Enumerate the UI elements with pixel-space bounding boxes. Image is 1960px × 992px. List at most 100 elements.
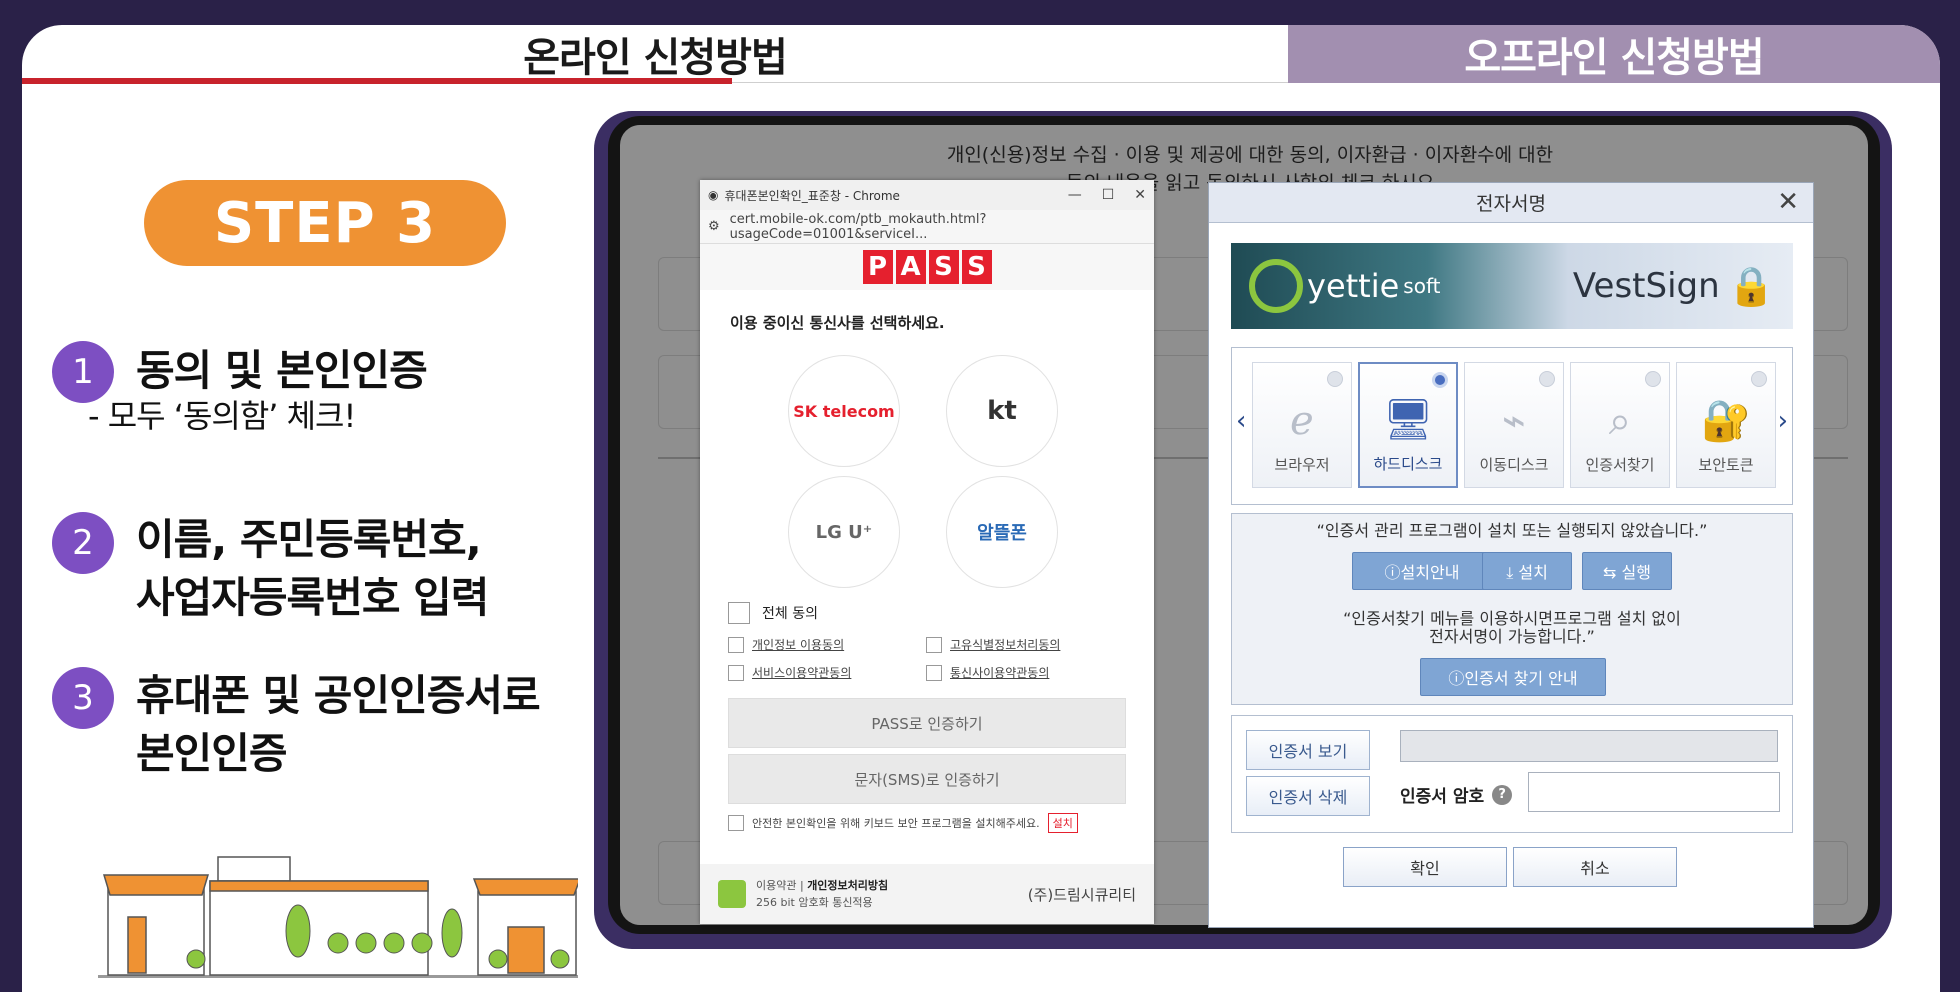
carrier-prompt: 이용 중이신 통신사를 선택하세요. <box>730 314 945 332</box>
media-label: 이동디스크 <box>1479 456 1549 474</box>
media-security-token[interactable]: 🔐 보안토큰 <box>1676 362 1776 488</box>
item-3-title-line2: 본인인증 <box>136 729 288 778</box>
tab-online[interactable]: 온라인 신청방법 <box>22 25 1288 83</box>
carrier-lgu[interactable]: LG U⁺ <box>788 476 900 588</box>
agree-all-label: 전체 동의 <box>762 606 818 622</box>
site-settings-icon[interactable]: ⚙ <box>708 219 720 234</box>
find-cert-guide-button[interactable]: ⓘ인증서 찾기 안내 <box>1420 658 1606 696</box>
run-button[interactable]: ⇆ 실행 <box>1582 552 1672 590</box>
carrier-kt[interactable]: kt <box>946 355 1058 467</box>
checkbox[interactable] <box>728 664 744 681</box>
cert-password-input[interactable] <box>1528 772 1780 812</box>
item-2-title-line1: 이름, 주민등록번호, <box>136 515 482 564</box>
dreamsecurity-logo-icon <box>718 880 746 908</box>
media-find-cert[interactable]: ⌕ 인증서찾기 <box>1570 362 1670 488</box>
agree-item-service-terms[interactable]: 서비스이용약관동의 <box>728 664 851 681</box>
company-name: (주)드림시큐리티 <box>1027 885 1136 904</box>
cert-info-field <box>1400 730 1778 762</box>
item-1-subtitle: - 모두 ‘동의함’ 체크! <box>88 397 356 435</box>
password-label-text: 인증서 암호 <box>1400 787 1485 807</box>
terms-link[interactable]: 이용약관 <box>756 879 796 892</box>
radio-dot <box>1751 371 1767 387</box>
agree-item-label[interactable]: 고유식별정보처리동의 <box>950 636 1060 653</box>
chevron-left-icon[interactable]: ‹ <box>1236 406 1246 436</box>
agree-all-row[interactable]: 전체 동의 <box>728 602 818 624</box>
close-icon[interactable]: ✕ <box>1777 187 1799 217</box>
media-label: 브라우저 <box>1274 456 1330 474</box>
step-badge: STEP 3 <box>144 180 506 266</box>
help-icon[interactable]: ? <box>1492 784 1513 805</box>
item-3-title-line1: 휴대폰 및 공인인증서로 <box>136 671 541 720</box>
notice-find-cert-line1: “인증서찾기 메뉴를 이용하시면프로그램 설치 없이 <box>1343 609 1681 628</box>
install-button[interactable]: ⤓ 설치 <box>1482 552 1572 590</box>
tab-offline[interactable]: 오프라인 신청방법 <box>1288 25 1940 83</box>
program-notice: “인증서 관리 프로그램이 설치 또는 실행되지 않았습니다.” ⓘ설치안내 ⤓… <box>1231 513 1793 705</box>
media-removable[interactable]: ⌁ 이동디스크 <box>1464 362 1564 488</box>
ok-button[interactable]: 확인 <box>1343 847 1507 887</box>
active-tab-indicator <box>22 78 732 84</box>
agree-item-label[interactable]: 개인정보 이용동의 <box>752 636 844 653</box>
checkbox[interactable] <box>728 815 744 831</box>
agree-item-carrier-terms[interactable]: 통신사이용약관동의 <box>926 664 1049 681</box>
method-tabs: 온라인 신청방법 오프라인 신청방법 <box>22 25 1940 87</box>
pass-auth-button[interactable]: PASS로 인증하기 <box>728 698 1126 748</box>
checkbox[interactable] <box>926 636 942 653</box>
media-label: 보안토큰 <box>1698 456 1754 474</box>
yettiesoft-logo: yettie soft <box>1249 259 1440 313</box>
pass-auth-window: ◉ 휴대폰본인확인_표준창 - Chrome — ☐ ✕ ⚙ cert.mobi… <box>700 180 1154 924</box>
carrier-skt[interactable]: SK telecom <box>788 355 900 467</box>
step-number-2: 2 <box>52 512 114 574</box>
pass-footer: 이용약관 | 개인정보처리방침 256 bit 암호화 통신적용 (주)드림시큐… <box>700 864 1154 924</box>
media-browser[interactable]: ℯ 브라우저 <box>1252 362 1352 488</box>
media-label: 하드디스크 <box>1373 455 1443 473</box>
checkbox[interactable] <box>926 664 942 681</box>
chevron-right-icon[interactable]: › <box>1778 406 1788 436</box>
pass-logo-letter: A <box>895 250 926 284</box>
media-harddisk[interactable]: 🖥 하드디스크 <box>1358 362 1458 488</box>
pass-logo-row: P A S S <box>700 244 1154 290</box>
sms-auth-button[interactable]: 문자(SMS)로 인증하기 <box>728 754 1126 804</box>
address-bar[interactable]: ⚙ cert.mobile-ok.com/ptb_mokauth.html?us… <box>700 210 1154 244</box>
token-lock-icon: 🔐 <box>1701 398 1751 444</box>
install-guide-button[interactable]: ⓘ설치안내 <box>1352 552 1492 590</box>
yettie-ring-icon <box>1249 259 1303 313</box>
keyboard-security-row: 안전한 본인확인을 위해 키보드 보안 프로그램을 설치해주세요. 설치 <box>728 813 1078 833</box>
maximize-icon[interactable]: ☐ <box>1102 187 1115 203</box>
minimize-icon[interactable]: — <box>1068 187 1082 203</box>
carrier-mvno[interactable]: 알뜰폰 <box>946 476 1058 588</box>
media-label: 인증서찾기 <box>1585 456 1655 474</box>
agree-item-privacy[interactable]: 개인정보 이용동의 <box>728 636 844 653</box>
footer-links: 이용약관 | 개인정보처리방침 256 bit 암호화 통신적용 <box>756 879 889 909</box>
close-icon[interactable]: ✕ <box>1134 187 1146 203</box>
digital-signature-dialog: 전자서명 ✕ yettie soft VestSign 🔒 ‹ ℯ 브라우저 🖥… <box>1208 182 1814 928</box>
agree-item-label[interactable]: 서비스이용약관동의 <box>752 664 851 681</box>
agree-all-checkbox[interactable] <box>728 602 750 624</box>
chrome-icon: ◉ <box>708 188 719 202</box>
radio-dot <box>1539 371 1555 387</box>
ssl-note: 256 bit 암호화 통신적용 <box>756 896 873 909</box>
notice-not-installed: “인증서 관리 프로그램이 설치 또는 실행되지 않았습니다.” <box>1316 521 1708 540</box>
radio-dot <box>1645 371 1661 387</box>
checkbox[interactable] <box>728 636 744 653</box>
pass-logo-letter: S <box>961 250 992 284</box>
pass-window-title: 휴대폰본인확인_표준창 - Chrome <box>724 188 900 203</box>
agree-item-unique-id[interactable]: 고유식별정보처리동의 <box>926 636 1060 653</box>
pass-logo: P A S S <box>862 250 992 284</box>
security-note: 안전한 본인확인을 위해 키보드 보안 프로그램을 설치해주세요. <box>752 817 1040 830</box>
cert-password-label: 인증서 암호 ? <box>1400 782 1513 807</box>
agree-item-label[interactable]: 통신사이용약관동의 <box>950 664 1049 681</box>
pass-logo-letter: P <box>862 250 893 284</box>
vestsign-logo: VestSign 🔒 <box>1573 264 1775 309</box>
brand-left: yettie <box>1307 267 1400 305</box>
cancel-button[interactable]: 취소 <box>1513 847 1677 887</box>
radio-dot <box>1327 371 1343 387</box>
privacy-link[interactable]: 개인정보처리방침 <box>807 879 888 892</box>
storage-media-selector: ‹ ℯ 브라우저 🖥 하드디스크 ⌁ 이동디스크 ⌕ 인증서찾기 🔐 보안토큰 … <box>1231 347 1793 505</box>
notice-find-cert-line2: 전자서명이 가능합니다.” <box>1429 627 1595 646</box>
install-security-button[interactable]: 설치 <box>1047 813 1078 833</box>
url-text: cert.mobile-ok.com/ptb_mokauth.html?usag… <box>729 211 987 242</box>
view-cert-button[interactable]: 인증서 보기 <box>1246 730 1370 770</box>
pass-logo-letter: S <box>928 250 959 284</box>
dialog-titlebar: 전자서명 ✕ <box>1209 183 1813 223</box>
delete-cert-button[interactable]: 인증서 삭제 <box>1246 776 1370 816</box>
